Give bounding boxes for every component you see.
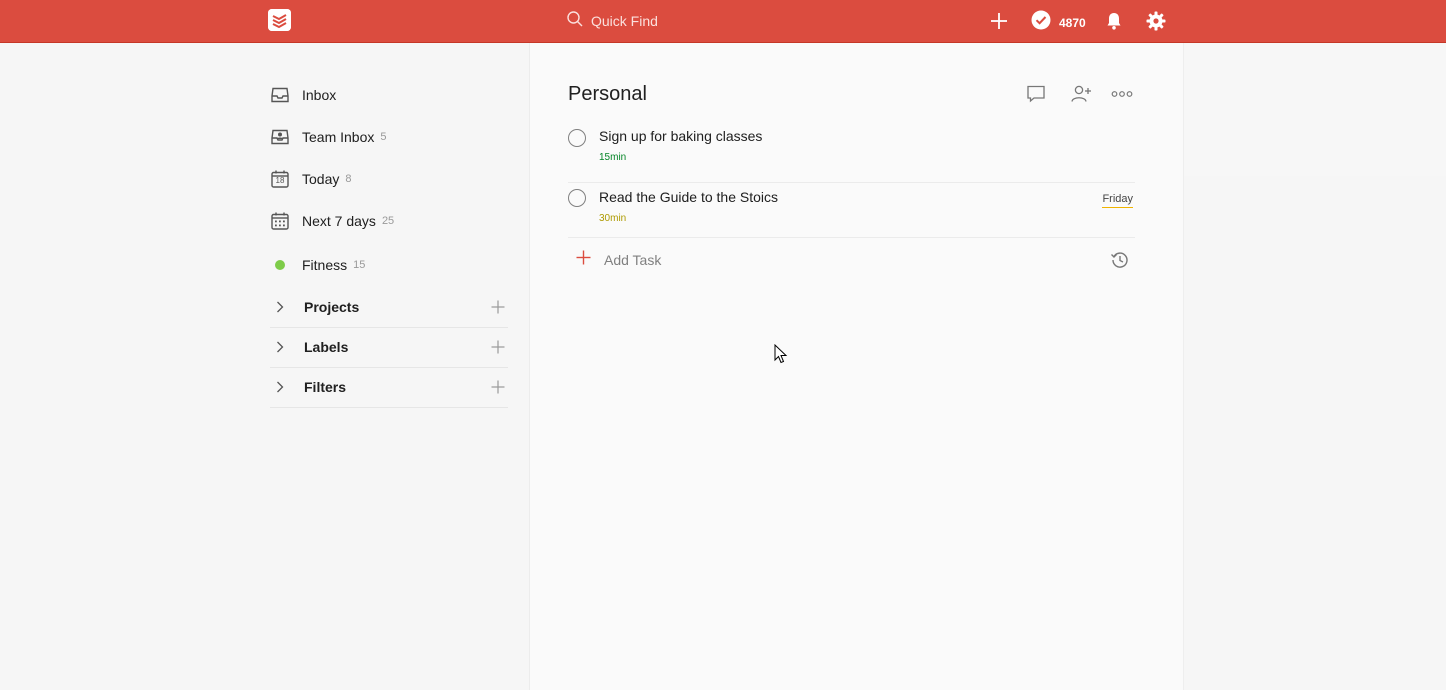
activity-history-icon[interactable] (1109, 249, 1131, 271)
section-label: Projects (304, 299, 360, 315)
sidebar-item-count: 15 (353, 259, 366, 271)
chevron-right-icon (270, 381, 290, 393)
calendar-week-icon (270, 211, 290, 231)
quick-find-placeholder: Quick Find (591, 13, 658, 29)
sidebar-item-next-7-days[interactable]: Next 7 days 25 (270, 209, 520, 233)
task-due-date[interactable]: Friday (1102, 193, 1133, 208)
search-icon (566, 10, 584, 33)
project-dot-icon (270, 255, 290, 275)
todoist-logo-icon[interactable] (268, 9, 291, 31)
task-checkbox[interactable] (568, 129, 586, 147)
sidebar-item-today[interactable]: 18 Today 8 (270, 167, 520, 191)
add-filter-icon[interactable] (490, 379, 506, 395)
quick-find-input[interactable]: Quick Find (566, 10, 896, 32)
gear-icon[interactable] (1145, 10, 1167, 32)
sidebar-section-projects[interactable]: Projects (270, 287, 508, 328)
karma-points: 4870 (1059, 15, 1086, 30)
sidebar-section-filters[interactable]: Filters (270, 367, 508, 408)
sidebar-item-count: 5 (380, 131, 387, 143)
sidebar-item-label: Team Inbox (302, 129, 375, 145)
sidebar-item-label: Next 7 days (302, 213, 376, 229)
sidebar-item-team-inbox[interactable]: Team Inbox 5 (270, 125, 520, 149)
inbox-icon (270, 85, 290, 105)
page-title: Personal (568, 83, 647, 105)
sidebar-item-fitness[interactable]: Fitness 15 (270, 253, 520, 277)
add-project-icon[interactable] (490, 299, 506, 315)
sidebar-section-labels[interactable]: Labels (270, 327, 508, 368)
add-icon (576, 250, 591, 270)
main-content: Personal Sign up for baking classes 15mi… (530, 43, 1184, 690)
sidebar-item-label: Fitness (302, 257, 348, 273)
bell-icon[interactable] (1103, 10, 1125, 32)
sidebar: Inbox Team Inbox 5 18 Today 8 Next 7 day… (0, 43, 530, 690)
share-user-icon[interactable] (1070, 83, 1092, 105)
calendar-today-icon: 18 (270, 169, 290, 189)
sidebar-item-inbox[interactable]: Inbox (270, 83, 520, 107)
mouse-cursor-icon (774, 343, 788, 364)
sidebar-item-label: Today (302, 171, 340, 187)
task-checkbox[interactable] (568, 189, 586, 207)
task-duration-label: 15min (599, 152, 627, 163)
add-label-icon[interactable] (490, 339, 506, 355)
section-label: Filters (304, 379, 347, 395)
task-duration-label: 30min (599, 213, 627, 224)
team-inbox-icon (270, 127, 290, 147)
sidebar-item-count: 25 (381, 215, 395, 227)
task-row[interactable]: Sign up for baking classes 15min (568, 122, 1135, 183)
more-options-icon[interactable] (1111, 83, 1133, 105)
karma-button[interactable]: 4870 (1031, 10, 1086, 35)
task-content[interactable]: Read the Guide to the Stoics (599, 189, 778, 205)
task-content[interactable]: Sign up for baking classes (599, 128, 762, 144)
chevron-right-icon (270, 301, 290, 313)
calendar-day-number: 18 (275, 176, 285, 185)
sidebar-item-count: 8 (345, 173, 352, 185)
right-background-pane (1184, 43, 1446, 176)
karma-check-icon (1031, 10, 1051, 35)
sidebar-item-label: Inbox (302, 87, 337, 103)
add-task-button[interactable]: Add Task (576, 250, 661, 270)
top-bar: Quick Find 4870 (0, 0, 1446, 43)
chevron-right-icon (270, 341, 290, 353)
section-label: Labels (304, 339, 349, 355)
task-row[interactable]: Read the Guide to the Stoics 30min Frida… (568, 177, 1135, 238)
add-icon[interactable] (988, 10, 1010, 32)
add-task-label: Add Task (604, 252, 662, 268)
comments-icon[interactable] (1025, 83, 1047, 105)
